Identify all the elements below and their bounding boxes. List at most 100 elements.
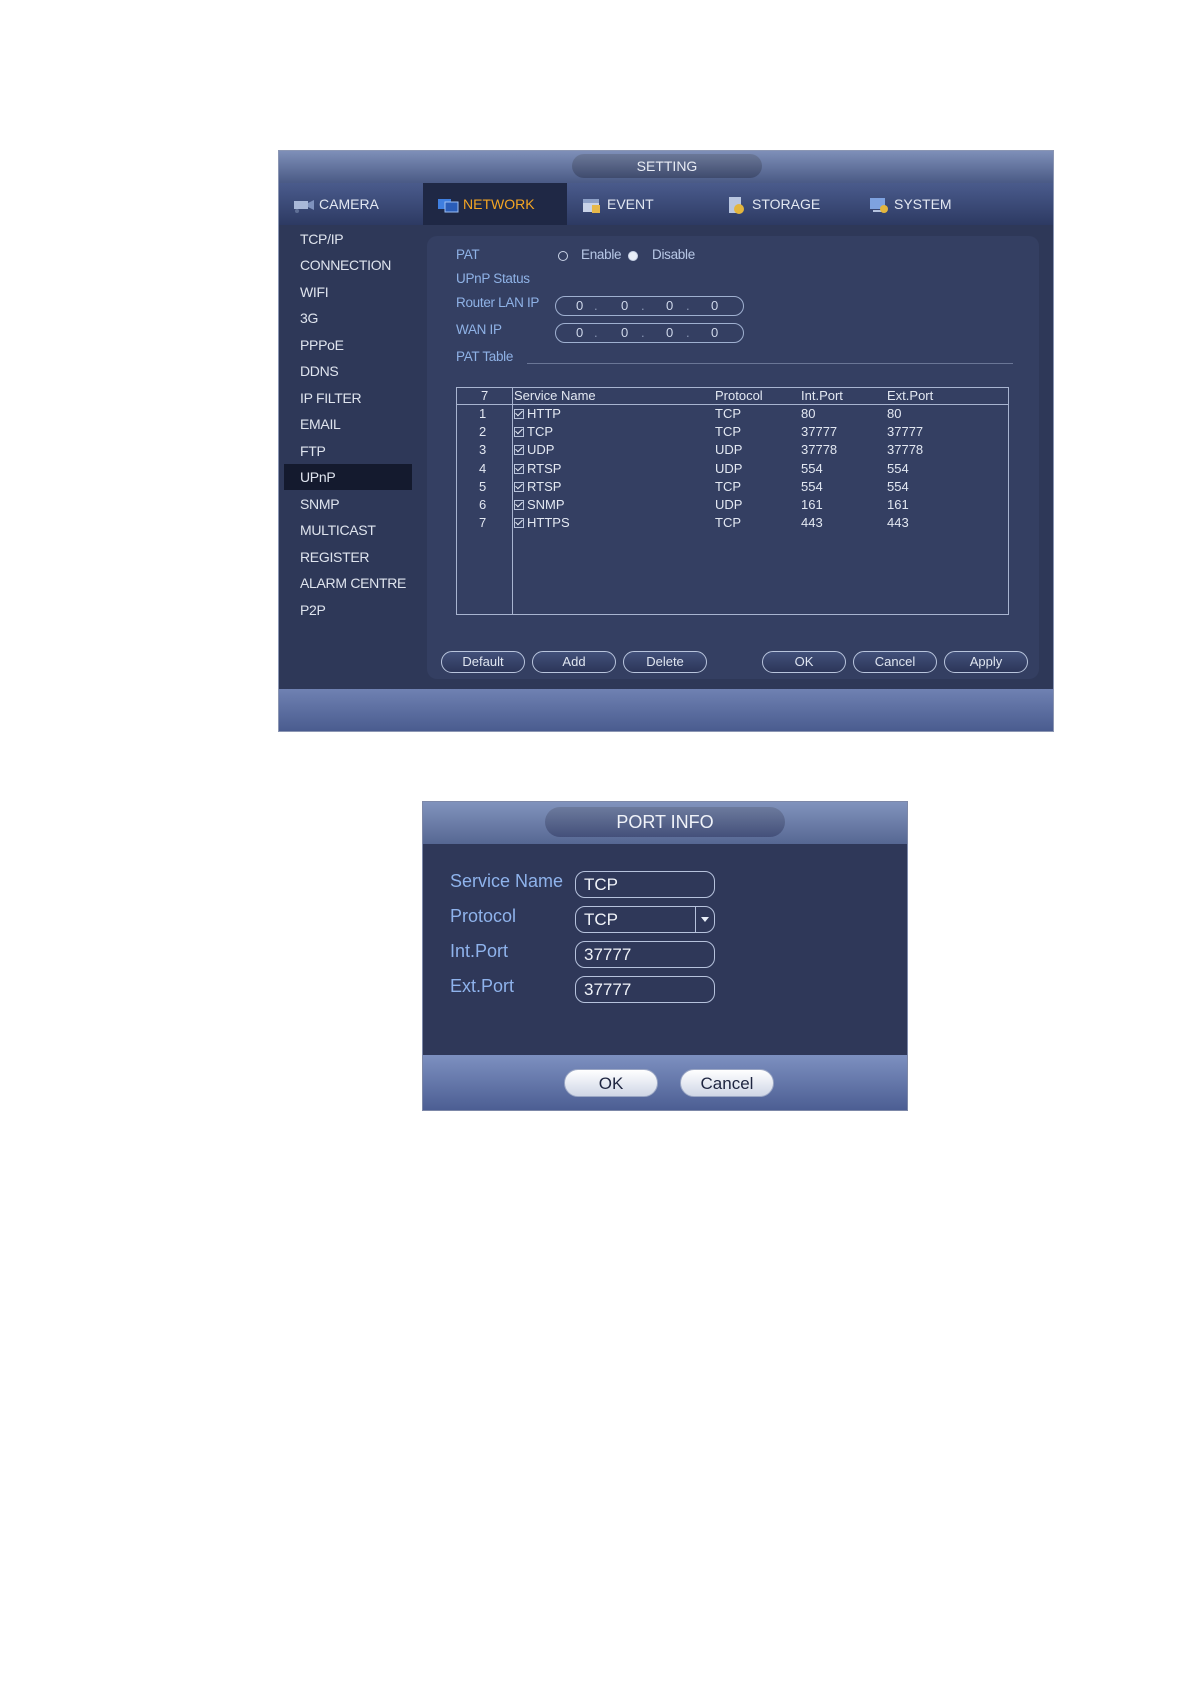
table-cell-text: 6 xyxy=(479,497,487,512)
port-info-cancel-button[interactable]: Cancel xyxy=(680,1069,774,1097)
pat-table[interactable]: 7 Service Name Protocol Int.Port Ext.Por… xyxy=(456,387,1009,615)
sidebar-item-ddns[interactable]: DDNS xyxy=(284,358,412,384)
tab-camera[interactable]: CAMERA xyxy=(291,183,428,225)
sidebar-item-connection[interactable]: CONNECTION xyxy=(284,252,412,278)
sidebar-item-tcpip[interactable]: TCP/IP xyxy=(284,226,412,252)
table-cell-int-port: 443 xyxy=(801,514,823,532)
column-header-protocol[interactable]: Protocol xyxy=(715,387,763,405)
port-info-ok-button[interactable]: OK xyxy=(564,1069,658,1097)
service-name-field[interactable]: TCP xyxy=(575,871,715,898)
setting-footer xyxy=(279,689,1053,731)
table-cell-text: 80 xyxy=(887,406,902,421)
sidebar-item-ip-filter[interactable]: IP FILTER xyxy=(284,385,412,411)
add-button[interactable]: Add xyxy=(532,651,616,673)
network-icon xyxy=(438,199,459,213)
port-info-dialog: PORT INFO Service Name TCP Protocol TCP … xyxy=(422,801,908,1111)
row-checkbox[interactable] xyxy=(514,518,524,529)
chevron-down-icon[interactable] xyxy=(695,907,714,932)
column-header-int-port[interactable]: Int.Port xyxy=(801,387,843,405)
table-cell-protocol: TCP xyxy=(715,478,741,496)
row-checkbox[interactable] xyxy=(514,463,524,474)
table-row[interactable]: 3 UDP UDP 37778 37778 xyxy=(457,441,1008,459)
table-cell-text: 37777 xyxy=(887,424,924,440)
row-checkbox[interactable] xyxy=(514,427,524,438)
sidebar-item-alarm-centre[interactable]: ALARM CENTRE xyxy=(284,570,412,596)
table-cell-text: HTTPS xyxy=(527,515,570,531)
sidebar-item-register[interactable]: REGISTER xyxy=(284,544,412,570)
table-cell-service: SNMP xyxy=(514,496,565,514)
tab-system[interactable]: SYSTEM xyxy=(868,183,1008,225)
ok-button[interactable]: OK xyxy=(762,651,846,673)
cancel-button[interactable]: Cancel xyxy=(853,651,937,673)
ip-octet: 0 xyxy=(711,325,719,340)
table-cell-ext-port: 554 xyxy=(887,460,909,478)
table-cell-text: 2 xyxy=(479,424,487,440)
row-checkbox[interactable] xyxy=(514,481,524,492)
default-button[interactable]: Default xyxy=(441,651,525,673)
table-cell-no: 2 xyxy=(479,423,486,441)
int-port-field[interactable]: 37777 xyxy=(575,941,715,968)
sidebar-item-pppoe[interactable]: PPPoE xyxy=(284,332,412,358)
table-cell-text: 554 xyxy=(801,460,823,476)
table-row[interactable]: 4 RTSP UDP 554 554 xyxy=(457,460,1008,478)
column-header-ext-port[interactable]: Ext.Port xyxy=(887,387,933,405)
table-cell-text: 554 xyxy=(887,478,909,494)
table-cell-text: HTTP xyxy=(527,406,561,421)
sidebar-item-snmp[interactable]: SNMP xyxy=(284,491,412,517)
pat-table-count: 7 xyxy=(481,388,489,403)
row-checkbox[interactable] xyxy=(514,409,524,419)
table-cell-protocol: TCP xyxy=(715,423,741,441)
pat-disable-radio[interactable] xyxy=(628,251,638,261)
sidebar-item-multicast[interactable]: MULTICAST xyxy=(284,517,412,543)
tab-event[interactable]: EVENT xyxy=(581,183,711,225)
sidebar-item-p2p[interactable]: P2P xyxy=(284,597,412,623)
tab-storage[interactable]: STORAGE xyxy=(726,183,866,225)
table-cell-text: TCP xyxy=(715,406,741,421)
table-cell-text: TCP xyxy=(715,424,741,440)
router-lan-ip-label: Router LAN IP xyxy=(456,295,540,310)
table-row[interactable]: 6 SNMP UDP 161 161 xyxy=(457,496,1008,514)
protocol-select[interactable]: TCP xyxy=(575,906,715,933)
pat-enable-label: Enable xyxy=(581,247,622,262)
apply-button[interactable]: Apply xyxy=(944,651,1028,673)
pat-table-divider xyxy=(527,363,1013,364)
sidebar-item-email[interactable]: EMAIL xyxy=(284,411,412,437)
table-cell-text: UDP xyxy=(715,442,743,458)
storage-icon xyxy=(729,197,744,215)
sidebar-item-ftp[interactable]: FTP xyxy=(284,438,412,464)
sidebar-item-3g[interactable]: 3G xyxy=(284,305,412,331)
table-cell-service: HTTP xyxy=(514,405,561,423)
ip-octet: 0 xyxy=(621,325,629,340)
table-cell-text: RTSP xyxy=(527,478,562,494)
table-row[interactable]: 7 HTTPS TCP 443 443 xyxy=(457,514,1008,532)
table-cell-text: UDP xyxy=(715,460,743,476)
router-lan-ip-field[interactable]: 0 . 0 . 0 . 0 xyxy=(555,296,744,316)
wan-ip-field[interactable]: 0 . 0 . 0 . 0 xyxy=(555,323,744,343)
tab-label: EVENT xyxy=(607,196,654,212)
upnp-status-label: UPnP Status xyxy=(456,271,530,286)
table-cell-int-port: 554 xyxy=(801,478,823,496)
port-info-footer: OK Cancel xyxy=(423,1055,907,1110)
int-port-label: Int.Port xyxy=(450,941,509,961)
table-row[interactable]: 1 HTTP TCP 80 80 xyxy=(457,405,1008,423)
pat-enable-radio[interactable] xyxy=(558,251,568,261)
table-cell-ext-port: 80 xyxy=(887,405,901,423)
table-row[interactable]: 2 TCP TCP 37777 37777 xyxy=(457,423,1008,441)
sidebar-item-wifi[interactable]: WIFI xyxy=(284,279,412,305)
table-cell-no: 1 xyxy=(479,405,486,423)
row-checkbox[interactable] xyxy=(514,500,524,510)
sidebar-item-upnp[interactable]: UPnP xyxy=(284,464,412,490)
table-cell-text: 554 xyxy=(801,478,823,494)
table-cell-protocol: UDP xyxy=(715,496,742,514)
table-cell-ext-port: 554 xyxy=(887,478,909,496)
tab-network[interactable]: NETWORK xyxy=(423,183,567,225)
delete-button[interactable]: Delete xyxy=(623,651,707,673)
column-header-service-name[interactable]: Service Name xyxy=(514,387,596,405)
table-row[interactable]: 5 RTSP TCP 554 554 xyxy=(457,478,1008,496)
table-cell-text: TCP xyxy=(715,478,741,494)
table-cell-text: 443 xyxy=(801,515,823,531)
ext-port-field[interactable]: 37777 xyxy=(575,976,715,1003)
table-cell-service: RTSP xyxy=(514,460,561,478)
row-checkbox[interactable] xyxy=(514,445,524,456)
ext-port-label: Ext.Port xyxy=(450,976,515,996)
